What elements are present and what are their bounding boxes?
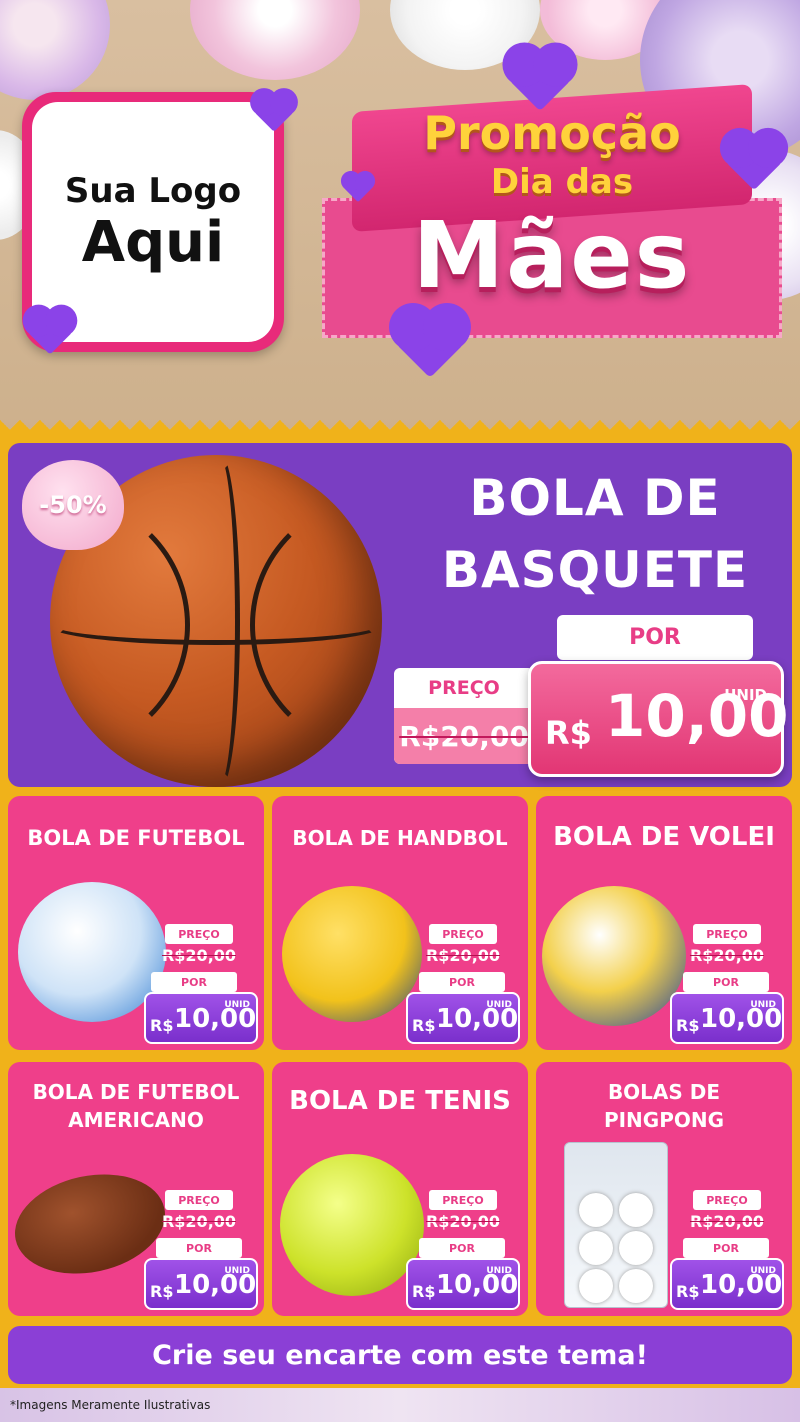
preco-label: PREÇO <box>428 677 500 699</box>
price-tag: UNID R$ 10,00 <box>144 992 258 1044</box>
handball-icon <box>282 886 422 1022</box>
product-card[interactable]: BOLAS DE PINGPONG PREÇO R$20,00 POR UNID… <box>536 1062 792 1316</box>
preco-label: PREÇO <box>165 1190 233 1210</box>
product-name: BOLA DE FUTEBOL <box>27 826 245 850</box>
heart-icon <box>396 310 464 378</box>
flower-decoration <box>0 0 110 100</box>
old-price: R$20,00 <box>394 708 534 764</box>
promo-title-badge: Promoção Dia das Mães <box>312 84 782 338</box>
product-card[interactable]: BOLA DE FUTEBOL PREÇO R$20,00 POR UNID R… <box>8 796 264 1050</box>
product-name: BOLA DE VOLEI <box>553 822 775 852</box>
pingpong-balls-icon <box>564 1142 668 1308</box>
preco-label: PREÇO <box>165 924 233 944</box>
product-name: BOLA DE TENIS <box>289 1086 511 1116</box>
header-banner: Sua Logo Aqui Promoção Dia das Mães <box>0 0 800 440</box>
discount-badge: -50% <box>22 460 124 550</box>
price-tag: UNID R$ 10,00 <box>670 1258 784 1310</box>
disclaimer-text: *Imagens Meramente Ilustrativas <box>10 1398 211 1412</box>
price-value: 10,00 <box>605 682 789 750</box>
por-label: POR <box>683 972 769 992</box>
promo-line3: Mães <box>412 202 692 309</box>
preco-label: PREÇO <box>693 1190 761 1210</box>
preco-label: PREÇO <box>429 1190 497 1210</box>
por-label: POR <box>419 1238 505 1258</box>
price-tag: UNID R$ 10,00 <box>144 1258 258 1310</box>
product-card[interactable]: BOLA DE HANDBOL PREÇO R$20,00 POR UNID R… <box>272 796 528 1050</box>
por-label: POR <box>419 972 505 992</box>
price-tag: UNID R$ 10,00 <box>406 1258 520 1310</box>
old-price: R$20,00 <box>689 1211 765 1231</box>
product-name: BOLAS DE PINGPONG <box>603 1080 725 1132</box>
promo-line2: Dia das <box>490 162 634 202</box>
por-label: POR <box>557 615 753 660</box>
por-label: POR <box>683 1238 769 1258</box>
currency-symbol: R$ <box>545 714 592 752</box>
old-price: R$20,00 <box>161 945 237 965</box>
old-price: R$20,00 <box>161 1211 237 1231</box>
tennis-ball-icon <box>280 1154 424 1296</box>
preco-label: PREÇO <box>693 924 761 944</box>
price-tag: UNID R$ 10,00 <box>406 992 520 1044</box>
product-name: BOLA DE FUTEBOL AMERICANO <box>32 1080 240 1132</box>
logo-line1: Sua Logo <box>64 170 242 211</box>
product-card[interactable]: BOLA DE FUTEBOL AMERICANO PREÇO R$20,00 … <box>8 1062 264 1316</box>
price-tag: UNID R$ 10,00 <box>670 992 784 1044</box>
old-price: R$20,00 <box>425 945 501 965</box>
flower-decoration <box>190 0 360 80</box>
por-label: POR <box>151 972 237 992</box>
old-price: R$20,00 <box>425 1211 501 1231</box>
por-label: POR <box>156 1238 242 1258</box>
product-card[interactable]: BOLA DE TENIS PREÇO R$20,00 POR UNID R$ … <box>272 1062 528 1316</box>
volleyball-icon <box>542 886 686 1026</box>
zigzag-border <box>0 420 800 440</box>
product-card[interactable]: BOLA DE VOLEI PREÇO R$20,00 POR UNID R$ … <box>536 796 792 1050</box>
product-name: BOLA DE HANDBOL <box>292 826 508 850</box>
old-price: R$20,00 <box>689 945 765 965</box>
logo-line2: Aqui <box>81 209 225 275</box>
featured-price-tag: UNID R$ 10,00 <box>528 661 788 777</box>
promo-line1: Promoção <box>423 106 681 160</box>
preco-label: PREÇO <box>429 924 497 944</box>
featured-product-title: BOLA DE BASQUETE <box>441 469 749 599</box>
old-price-box: PREÇO R$20,00 <box>394 668 534 764</box>
create-flyer-button[interactable]: Crie seu encarte com este tema! <box>8 1326 792 1384</box>
